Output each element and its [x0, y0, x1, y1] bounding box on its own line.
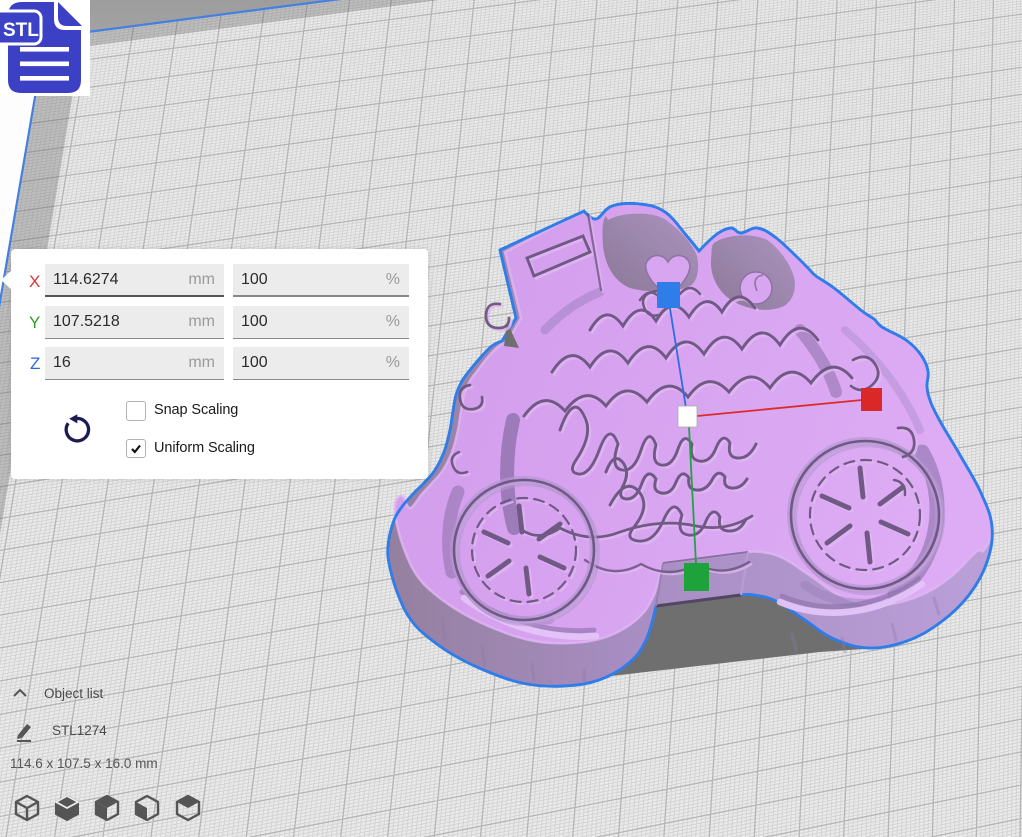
svg-text:STL: STL [3, 20, 39, 41]
